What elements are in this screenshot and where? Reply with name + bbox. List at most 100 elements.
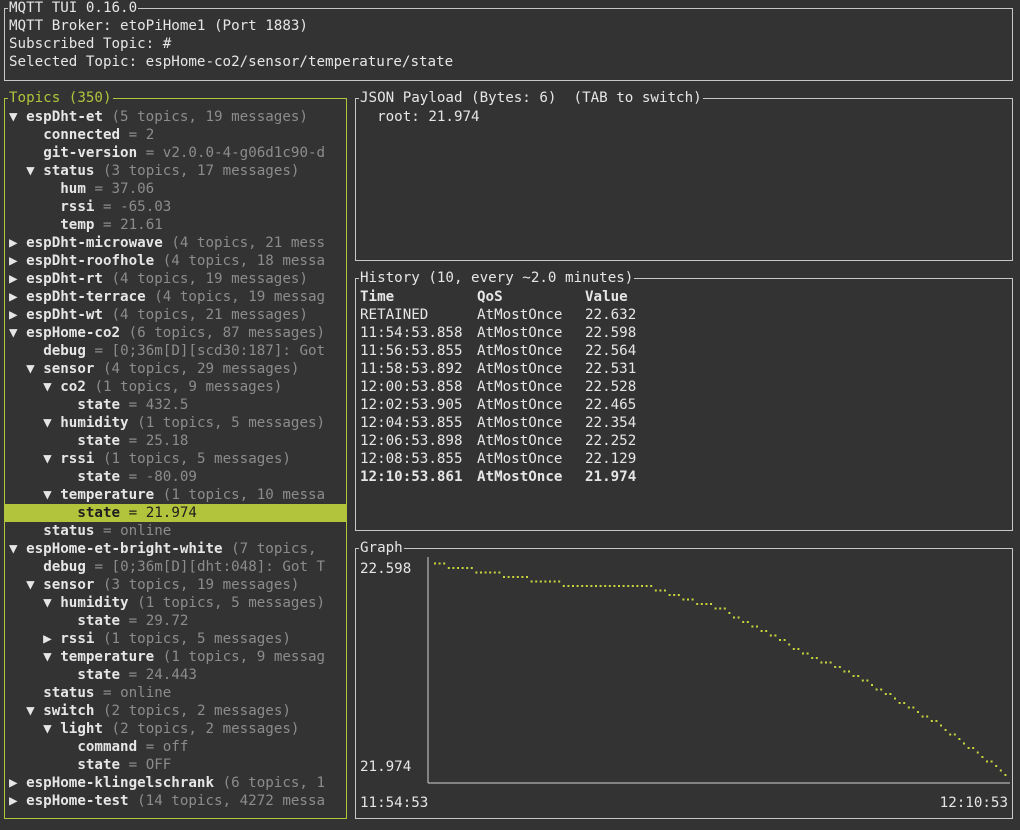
tree-row[interactable]: debug = [0;36m[D][dht:048]: Got T	[5, 558, 346, 576]
topic-value: = 24.443	[128, 667, 197, 683]
tree-row[interactable]: git-version = v2.0.0-4-g06d1c90-d	[5, 144, 346, 162]
graph-point	[990, 760, 993, 763]
tree-row[interactable]: ▼ humidity (1 topics, 5 messages)	[5, 414, 346, 432]
graph-point	[751, 625, 754, 628]
graph-point	[976, 751, 979, 754]
history-value: 22.528	[585, 379, 637, 395]
topic-name: debug	[43, 343, 86, 359]
expanded-arrow-icon[interactable]: ▼	[26, 360, 35, 378]
tree-row[interactable]: hum = 37.06	[5, 180, 346, 198]
history-time: 12:10:53.861	[360, 469, 463, 485]
tree-row[interactable]: status = online	[5, 684, 346, 702]
topic-info: (1 topics, 5 messages)	[137, 595, 326, 611]
topic-info: (3 topics, 17 messages)	[102, 163, 300, 179]
history-qos: AtMostOnce	[477, 325, 563, 341]
graph-point	[562, 585, 565, 587]
topic-value: = [0;36m[D][dht:048]: Got T	[94, 559, 326, 575]
expanded-arrow-icon[interactable]: ▼	[43, 414, 52, 432]
history-panel[interactable]: History (10, every ~2.0 minutes) Time Qo…	[355, 269, 1013, 531]
tree-row[interactable]: ▼ switch (2 topics, 2 messages)	[5, 702, 346, 720]
tree-row[interactable]: ▶ espHome-klingelschrank (6 topics, 1	[5, 774, 346, 792]
tree-row[interactable]: ▼ espHome-et-bright-white (7 topics,	[5, 540, 346, 558]
tree-row[interactable]: ▶ espDht-roofhole (4 topics, 18 messa	[5, 252, 346, 270]
expanded-arrow-icon[interactable]: ▼	[26, 576, 35, 594]
payload-title: JSON Payload (Bytes: 6) (TAB to switch)	[359, 89, 703, 107]
graph-point	[581, 585, 584, 587]
tree-row[interactable]: rssi = -65.03	[5, 198, 346, 216]
tree-row[interactable]: state = -80.09	[5, 468, 346, 486]
expanded-arrow-icon[interactable]: ▼	[9, 540, 18, 558]
tree-row[interactable]: ▼ status (3 topics, 17 messages)	[5, 162, 346, 180]
expanded-arrow-icon[interactable]: ▼	[43, 720, 52, 738]
tree-row[interactable]: ▼ espDht-et (5 topics, 19 messages)	[5, 108, 346, 126]
topic-info: (4 topics, 19 messages)	[111, 271, 308, 287]
tree-row[interactable]: state = 25.18	[5, 432, 346, 450]
collapsed-arrow-icon[interactable]: ▶	[9, 774, 18, 792]
topics-panel[interactable]: Topics (350) ▼ espDht-et (5 topics, 19 m…	[4, 89, 347, 819]
col-qos: QoS	[477, 289, 503, 305]
expanded-arrow-icon[interactable]: ▼	[43, 648, 52, 666]
history-value: 22.632	[585, 307, 637, 323]
tree-row[interactable]: state = OFF	[5, 756, 346, 774]
tree-row[interactable]: ▶ espDht-terrace (4 topics, 19 messag	[5, 288, 346, 306]
tree-row[interactable]: temp = 21.61	[5, 216, 346, 234]
tree-row[interactable]: command = off	[5, 738, 346, 756]
tree-row[interactable]: state = 29.72	[5, 612, 346, 630]
expanded-arrow-icon[interactable]: ▼	[9, 324, 18, 342]
topic-name: espHome-co2	[26, 325, 121, 341]
collapsed-arrow-icon[interactable]: ▶	[9, 252, 18, 270]
payload-root[interactable]: root: 21.974	[360, 108, 480, 126]
tree-row[interactable]: ▶ espHome-test (14 topics, 4272 messa	[5, 792, 346, 810]
expanded-arrow-icon[interactable]: ▼	[9, 108, 18, 126]
tree-row[interactable]: ▶ espDht-microwave (4 topics, 21 mess	[5, 234, 346, 252]
graph-point	[972, 747, 975, 749]
graph-point	[484, 571, 487, 574]
selected-topic: Selected Topic: espHome-co2/sensor/tempe…	[9, 54, 454, 70]
graph-point	[880, 688, 883, 691]
tree-row[interactable]: ▼ humidity (1 topics, 5 messages)	[5, 594, 346, 612]
tree-row[interactable]: ▶ espDht-wt (4 topics, 21 messages)	[5, 306, 346, 324]
tree-row[interactable]: ▶ rssi (1 topics, 5 messages)	[5, 630, 346, 648]
collapsed-arrow-icon[interactable]: ▶	[9, 306, 18, 324]
graph-point	[917, 711, 919, 713]
expanded-arrow-icon[interactable]: ▼	[43, 450, 52, 468]
collapsed-arrow-icon[interactable]: ▶	[9, 234, 18, 252]
tree-row[interactable]: state = 432.5	[5, 396, 346, 414]
graph-point	[516, 576, 519, 578]
tree-row[interactable]: ▼ temperature (1 topics, 9 messag	[5, 648, 346, 666]
tree-row[interactable]: ▼ light (2 topics, 2 messages)	[5, 720, 346, 738]
expanded-arrow-icon[interactable]: ▼	[43, 594, 52, 612]
collapsed-arrow-icon[interactable]: ▶	[9, 270, 18, 288]
topic-value: = 21.61	[102, 217, 163, 233]
collapsed-arrow-icon[interactable]: ▶	[9, 792, 18, 810]
expanded-arrow-icon[interactable]: ▼	[26, 702, 35, 720]
tree-row[interactable]: ▼ espHome-co2 (6 topics, 87 messages)	[5, 324, 346, 342]
tree-row[interactable]: status = online	[5, 522, 346, 540]
collapsed-arrow-icon[interactable]: ▶	[9, 288, 18, 306]
history-time: 11:58:53.892	[360, 361, 463, 377]
history-qos: AtMostOnce	[477, 451, 563, 467]
tree-row[interactable]: connected = 2	[5, 126, 346, 144]
graph-point	[894, 697, 896, 700]
tree-row[interactable]: ▶ espDht-rt (4 topics, 19 messages)	[5, 270, 346, 288]
history-row: 12:06:53.898 AtMostOnce 22.252	[360, 432, 636, 450]
expanded-arrow-icon[interactable]: ▼	[26, 162, 35, 180]
graph-point	[884, 693, 887, 695]
collapsed-arrow-icon[interactable]: ▶	[43, 630, 52, 648]
tree-row[interactable]: state = 24.443	[5, 666, 346, 684]
history-time: 11:56:53.855	[360, 343, 463, 359]
tree-row[interactable]: ▼ rssi (1 topics, 5 messages)	[5, 450, 346, 468]
tree-row[interactable]: ▼ temperature (1 topics, 10 messa	[5, 486, 346, 504]
tree-row[interactable]: ▼ sensor (3 topics, 19 messages)	[5, 576, 346, 594]
tree-row[interactable]: debug = [0;36m[D][scd30:187]: Got	[5, 342, 346, 360]
payload-panel[interactable]: JSON Payload (Bytes: 6) (TAB to switch) …	[355, 89, 1013, 261]
tree-row-selected[interactable]: state = 21.974	[5, 504, 346, 522]
graph-point	[733, 616, 735, 619]
tree-row[interactable]: ▼ sensor (4 topics, 29 messages)	[5, 360, 346, 378]
tree-row[interactable]: ▼ co2 (1 topics, 9 messages)	[5, 378, 346, 396]
history-row: 12:08:53.855 AtMostOnce 22.129	[360, 450, 636, 468]
expanded-arrow-icon[interactable]: ▼	[43, 378, 52, 396]
graph-point	[783, 639, 786, 641]
topic-tree[interactable]: ▼ espDht-et (5 topics, 19 messages) conn…	[5, 108, 346, 810]
expanded-arrow-icon[interactable]: ▼	[43, 486, 52, 504]
